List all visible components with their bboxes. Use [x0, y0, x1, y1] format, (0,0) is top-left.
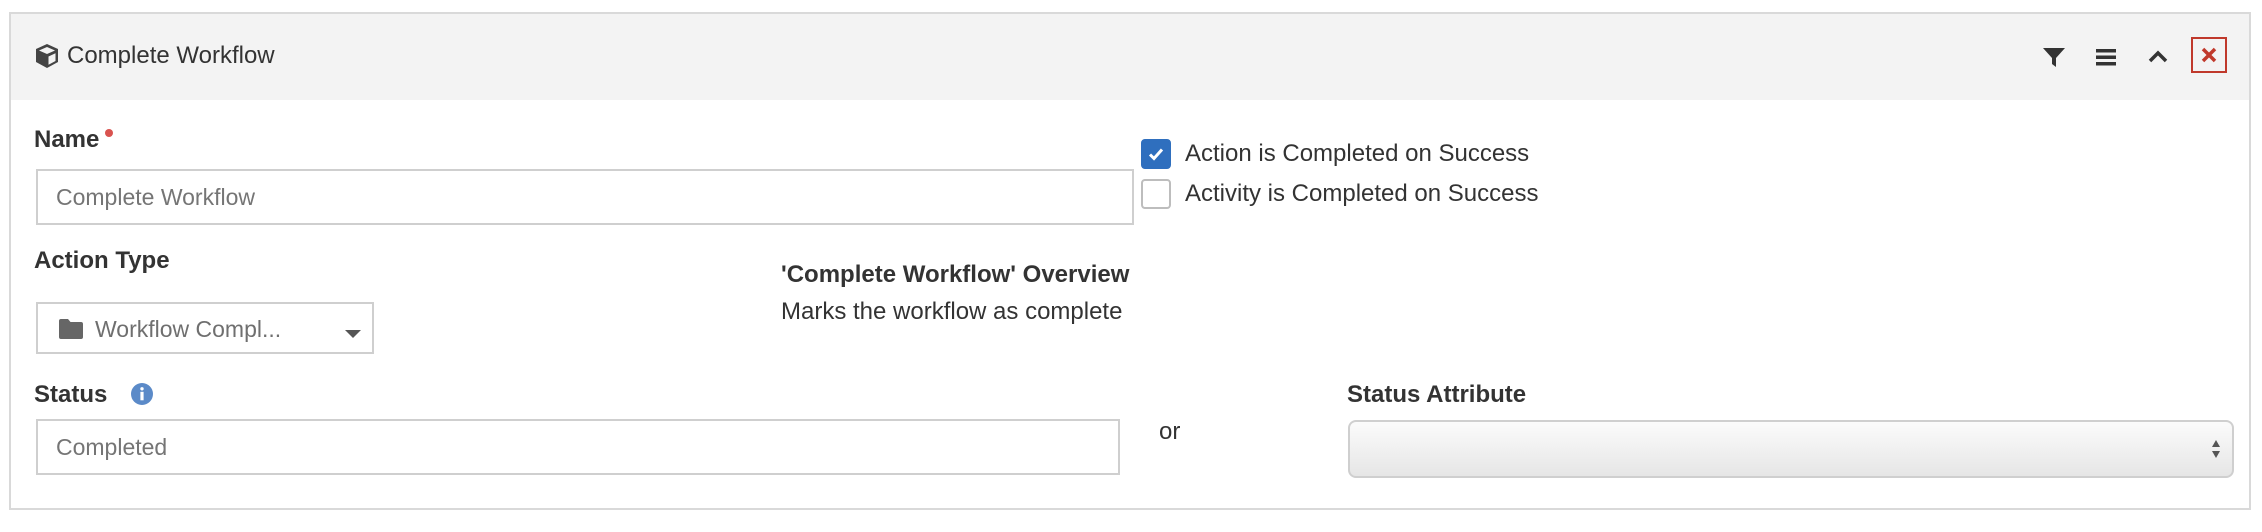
or-separator: or — [1159, 418, 1181, 445]
menu-button[interactable] — [2089, 40, 2123, 74]
status-attribute-select[interactable] — [1348, 420, 2234, 478]
name-label: Name — [34, 125, 114, 155]
workflow-action-panel: Complete Workflow Name Complete Workflow… — [9, 12, 2251, 510]
close-icon — [2201, 47, 2217, 63]
overview-title: 'Complete Workflow' Overview — [781, 261, 1130, 288]
action-type-select[interactable]: Workflow Compl... — [36, 302, 374, 354]
select-arrows-icon — [2210, 436, 2222, 467]
activity-completed-checkbox[interactable] — [1141, 179, 1171, 209]
chevron-up-icon — [2148, 50, 2168, 63]
name-input[interactable] — [36, 169, 1134, 225]
status-label: Status — [34, 381, 108, 408]
close-button[interactable] — [2191, 37, 2227, 73]
overview-text: Marks the workflow as complete — [781, 298, 1123, 325]
bars-icon — [2096, 49, 2116, 66]
collapse-button[interactable] — [2141, 40, 2175, 74]
status-input[interactable] — [36, 419, 1120, 475]
filter-button[interactable] — [2037, 40, 2071, 74]
panel-heading[interactable]: Complete Workflow — [11, 14, 2249, 100]
action-completed-label: Action is Completed on Success — [1185, 140, 1530, 167]
action-completed-checkbox[interactable] — [1141, 139, 1171, 169]
action-type-value: Workflow Compl... — [95, 316, 282, 342]
name-label-text: Name — [34, 126, 100, 153]
required-indicator — [105, 129, 114, 137]
check-icon — [1148, 148, 1164, 161]
folder-icon — [58, 318, 84, 345]
cube-icon — [33, 42, 61, 70]
filter-icon — [2043, 48, 2065, 67]
action-type-label: Action Type — [34, 247, 170, 274]
activity-completed-label: Activity is Completed on Success — [1185, 180, 1539, 207]
info-icon[interactable] — [130, 382, 154, 411]
panel-title: Complete Workflow — [67, 42, 275, 69]
caret-down-icon — [344, 326, 362, 344]
status-attribute-label: Status Attribute — [1347, 381, 1527, 408]
